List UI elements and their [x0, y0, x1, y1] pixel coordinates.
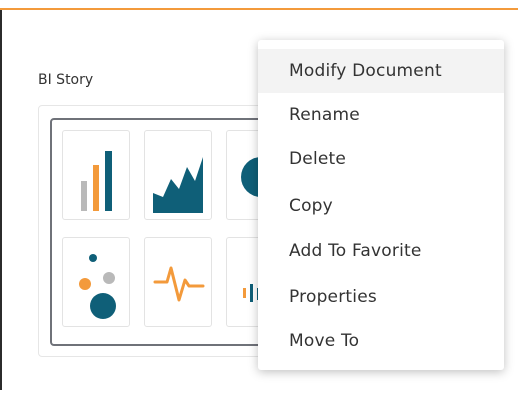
context-menu: Modify Document Rename Delete Copy Add T… — [258, 40, 504, 370]
tile-area-chart — [144, 130, 212, 220]
menu-item-modify-document[interactable]: Modify Document — [258, 49, 504, 93]
pulse-line-icon — [153, 266, 205, 302]
thumbnail-grid[interactable] — [50, 118, 280, 346]
menu-item-properties[interactable]: Properties — [258, 275, 504, 319]
menu-item-delete[interactable]: Delete — [258, 137, 504, 181]
document-title: BI Story — [38, 72, 94, 88]
bubble-chart-icon — [79, 254, 116, 319]
menu-item-label: Copy — [289, 196, 333, 216]
menu-item-label: Move To — [289, 331, 360, 351]
area-chart-icon — [153, 157, 203, 213]
menu-item-label: Modify Document — [289, 61, 442, 81]
menu-item-rename[interactable]: Rename — [258, 93, 504, 137]
tile-bar-chart — [62, 130, 130, 220]
menu-item-label: Properties — [289, 287, 377, 307]
menu-item-label: Add To Favorite — [289, 241, 422, 261]
menu-item-move-to[interactable]: Move To — [258, 319, 504, 363]
top-accent-bar — [0, 0, 518, 10]
menu-item-label: Rename — [289, 105, 360, 125]
menu-item-copy[interactable]: Copy — [258, 184, 504, 228]
tile-pulse-line — [144, 237, 212, 327]
menu-item-label: Delete — [289, 149, 347, 169]
menu-item-add-to-favorite[interactable]: Add To Favorite — [258, 229, 504, 273]
tile-bubble-chart — [62, 237, 130, 327]
bar-chart-icon — [81, 151, 112, 211]
